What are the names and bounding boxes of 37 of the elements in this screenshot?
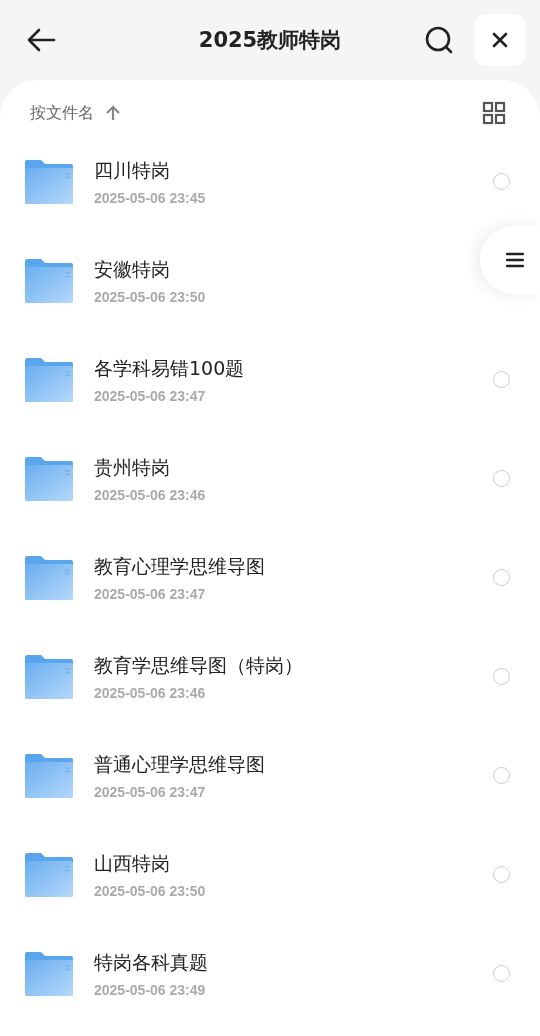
folder-name[interactable]: 安徽特岗 [94, 256, 170, 283]
folder-name[interactable]: 普通心理学思维导图 [94, 751, 265, 778]
folder-name[interactable]: 四川特岗 [94, 157, 170, 184]
folder-icon [24, 257, 74, 304]
back-icon[interactable] [26, 28, 56, 52]
modified-time: 2025-05-06 23:47 [94, 783, 207, 800]
folder-icon [24, 455, 74, 502]
folder-name[interactable]: 教育学思维导图（特岗） [94, 652, 303, 679]
modified-time: 2025-05-06 23:49 [94, 981, 207, 998]
modified-time: 2025-05-06 23:46 [94, 486, 207, 503]
folder-name[interactable]: 教育心理学思维导图 [94, 553, 265, 580]
modified-time: 2025-05-06 23:46 [94, 684, 207, 701]
folder-icon [24, 950, 74, 997]
page-title: 2025教师特岗 [197, 27, 343, 54]
folder-icon [24, 158, 74, 205]
close-icon[interactable] [491, 31, 509, 49]
modified-time: 2025-05-06 23:50 [94, 288, 207, 305]
folder-icon [24, 554, 74, 601]
menu-icon[interactable] [506, 251, 524, 269]
folder-name[interactable]: 特岗各科真题 [94, 949, 208, 976]
grid-view-icon[interactable] [482, 101, 506, 125]
folder-icon [24, 851, 74, 898]
modified-time: 2025-05-06 23:47 [94, 387, 207, 404]
modified-time: 2025-05-06 23:45 [94, 189, 207, 206]
folder-icon [24, 356, 74, 403]
modified-time: 2025-05-06 23:50 [94, 882, 207, 899]
modified-time: 2025-05-06 23:47 [94, 585, 207, 602]
arrow-icon[interactable] [106, 105, 120, 121]
search-icon[interactable] [424, 25, 454, 55]
close-button[interactable] [474, 14, 526, 66]
folder-icon [24, 653, 74, 700]
sort-label[interactable]: 按文件名 [30, 102, 94, 124]
folder-icon [24, 752, 74, 799]
folder-name[interactable]: 各学科易错100题 [94, 355, 245, 382]
folder-name[interactable]: 山西特岗 [94, 850, 170, 877]
menu-button[interactable] [480, 226, 540, 294]
folder-name[interactable]: 贵州特岗 [94, 454, 170, 481]
